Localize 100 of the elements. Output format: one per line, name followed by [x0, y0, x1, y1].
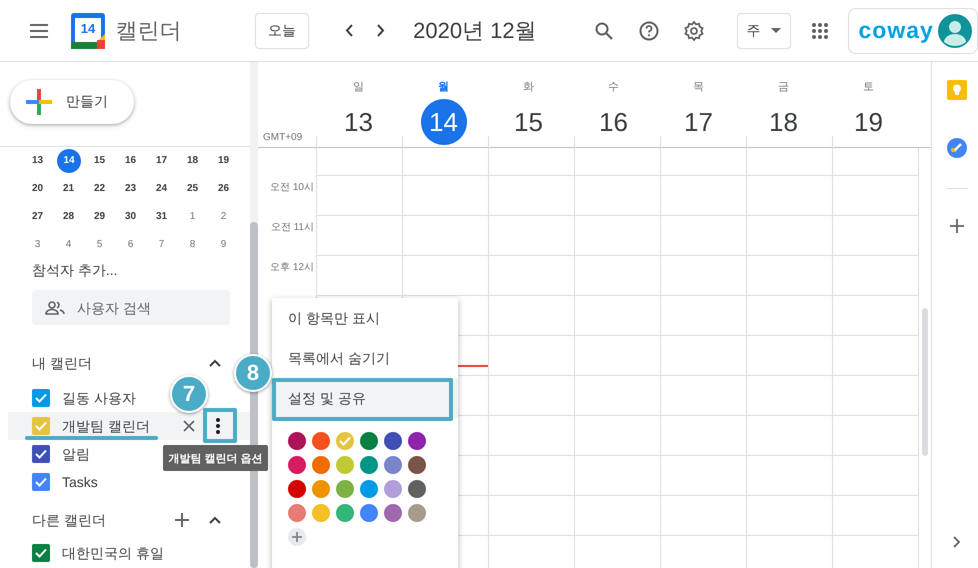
date-number[interactable]: 17 [676, 99, 722, 145]
add-icon[interactable] [175, 513, 189, 527]
search-icon[interactable] [594, 22, 613, 40]
color-swatch[interactable] [360, 480, 378, 498]
view-dropdown[interactable]: 주 [736, 12, 791, 48]
next-icon[interactable] [377, 24, 386, 37]
calendar-checkbox[interactable] [32, 389, 50, 407]
mini-calendar-day[interactable]: 27 [22, 205, 53, 229]
color-swatch[interactable] [360, 456, 378, 474]
color-swatch[interactable] [288, 432, 306, 450]
calendar-name: 길동 사용자 [62, 389, 136, 407]
mini-calendar-day[interactable]: 22 [84, 177, 115, 201]
color-swatch[interactable] [384, 432, 402, 450]
color-swatch[interactable] [312, 480, 330, 498]
mini-calendar-day[interactable]: 15 [84, 149, 115, 173]
date-number[interactable]: 15 [506, 99, 552, 145]
more-icon[interactable] [216, 418, 220, 434]
date-number[interactable]: 19 [846, 99, 892, 145]
mini-calendar-day[interactable]: 4 [53, 233, 84, 257]
color-swatch[interactable] [360, 504, 378, 522]
color-swatch[interactable] [312, 432, 330, 450]
mini-calendar-day[interactable]: 8 [177, 233, 208, 257]
color-swatch[interactable] [336, 480, 354, 498]
menu-item[interactable]: 목록에서 숨기기 [272, 338, 458, 378]
mini-calendar-day[interactable]: 24 [146, 177, 177, 201]
date-number[interactable]: 18 [760, 99, 806, 145]
color-swatch[interactable] [408, 432, 426, 450]
mini-calendar-day[interactable]: 6 [115, 233, 146, 257]
collapse-icon[interactable] [209, 516, 221, 524]
color-swatch[interactable] [384, 504, 402, 522]
tooltip: 개발팀 캘린더 옵션 [163, 445, 268, 471]
check-icon [35, 421, 47, 431]
mini-calendar-day[interactable]: 26 [208, 177, 239, 201]
color-swatch[interactable] [336, 456, 354, 474]
color-swatch[interactable] [408, 480, 426, 498]
date-number[interactable]: 13 [336, 99, 382, 145]
tasks-icon[interactable] [947, 138, 967, 158]
calendar-logo: 14 [71, 12, 104, 48]
mini-calendar-day[interactable]: 14 [57, 149, 81, 173]
calendar-checkbox[interactable] [32, 473, 50, 491]
mini-calendar-day[interactable]: 21 [53, 177, 84, 201]
mini-calendar-day[interactable]: 31 [146, 205, 177, 229]
color-swatch[interactable] [288, 504, 306, 522]
calendar-checkbox[interactable] [32, 417, 50, 435]
color-swatch[interactable] [312, 456, 330, 474]
mini-calendar-day[interactable]: 25 [177, 177, 208, 201]
step-badge: 7 [170, 375, 208, 413]
date-number[interactable]: 14 [420, 99, 466, 145]
settings-icon[interactable] [684, 20, 704, 40]
mini-calendar-day[interactable]: 13 [22, 149, 53, 173]
color-swatch[interactable] [336, 504, 354, 522]
color-swatch[interactable] [408, 504, 426, 522]
mini-calendar-day[interactable]: 3 [22, 233, 53, 257]
apps-icon[interactable] [812, 22, 828, 38]
mini-calendar-day[interactable]: 29 [84, 205, 115, 229]
previous-icon[interactable] [345, 24, 354, 37]
highlight-frame [203, 408, 237, 443]
expand-icon[interactable] [953, 536, 961, 548]
people-icon [45, 301, 65, 315]
color-swatch[interactable] [288, 480, 306, 498]
calendar-checkbox[interactable] [32, 445, 50, 463]
help-icon[interactable] [638, 20, 659, 40]
grid-scrollbar[interactable] [918, 148, 931, 568]
mini-calendar-day[interactable]: 1 [177, 205, 208, 229]
step-badge: 8 [234, 354, 272, 392]
today-button[interactable]: 오늘 [255, 12, 310, 48]
mini-calendar-day[interactable]: 9 [208, 233, 239, 257]
time-label: 오전 10시 [270, 181, 314, 194]
date-number[interactable]: 16 [590, 99, 636, 145]
mini-calendar-day[interactable]: 17 [146, 149, 177, 173]
plus-icon [26, 89, 52, 115]
add-people-label: 참석자 추가... [32, 261, 119, 280]
timezone-label: GMT+09 [263, 132, 302, 143]
mini-calendar-day[interactable]: 28 [53, 205, 84, 229]
mini-calendar-day[interactable]: 7 [146, 233, 177, 257]
people-search-field[interactable]: 사용자 검색 [32, 290, 230, 325]
color-swatch[interactable] [360, 432, 378, 450]
add-icon[interactable] [950, 219, 964, 233]
menu-icon[interactable] [29, 24, 49, 38]
calendar-checkbox[interactable] [32, 544, 50, 562]
color-swatch[interactable] [408, 456, 426, 474]
mini-calendar-day[interactable]: 23 [115, 177, 146, 201]
mini-calendar-day[interactable]: 2 [208, 205, 239, 229]
mini-calendar-day[interactable]: 19 [208, 149, 239, 173]
color-swatch[interactable] [384, 480, 402, 498]
close-icon[interactable] [183, 420, 195, 432]
mini-calendar-day[interactable]: 5 [84, 233, 115, 257]
create-button[interactable]: 만들기 [10, 80, 134, 124]
mini-calendar-day[interactable]: 30 [115, 205, 146, 229]
menu-item[interactable]: 이 항목만 표시 [272, 298, 458, 338]
mini-calendar-day[interactable]: 18 [177, 149, 208, 173]
color-swatch[interactable] [312, 504, 330, 522]
add-color-button[interactable] [288, 528, 306, 546]
mini-calendar-day[interactable]: 16 [115, 149, 146, 173]
dropdown-icon [770, 28, 781, 33]
collapse-icon[interactable] [209, 359, 221, 367]
color-swatch[interactable] [288, 456, 306, 474]
color-swatch[interactable] [384, 456, 402, 474]
color-swatch[interactable] [336, 432, 354, 450]
mini-calendar-day[interactable]: 20 [22, 177, 53, 201]
